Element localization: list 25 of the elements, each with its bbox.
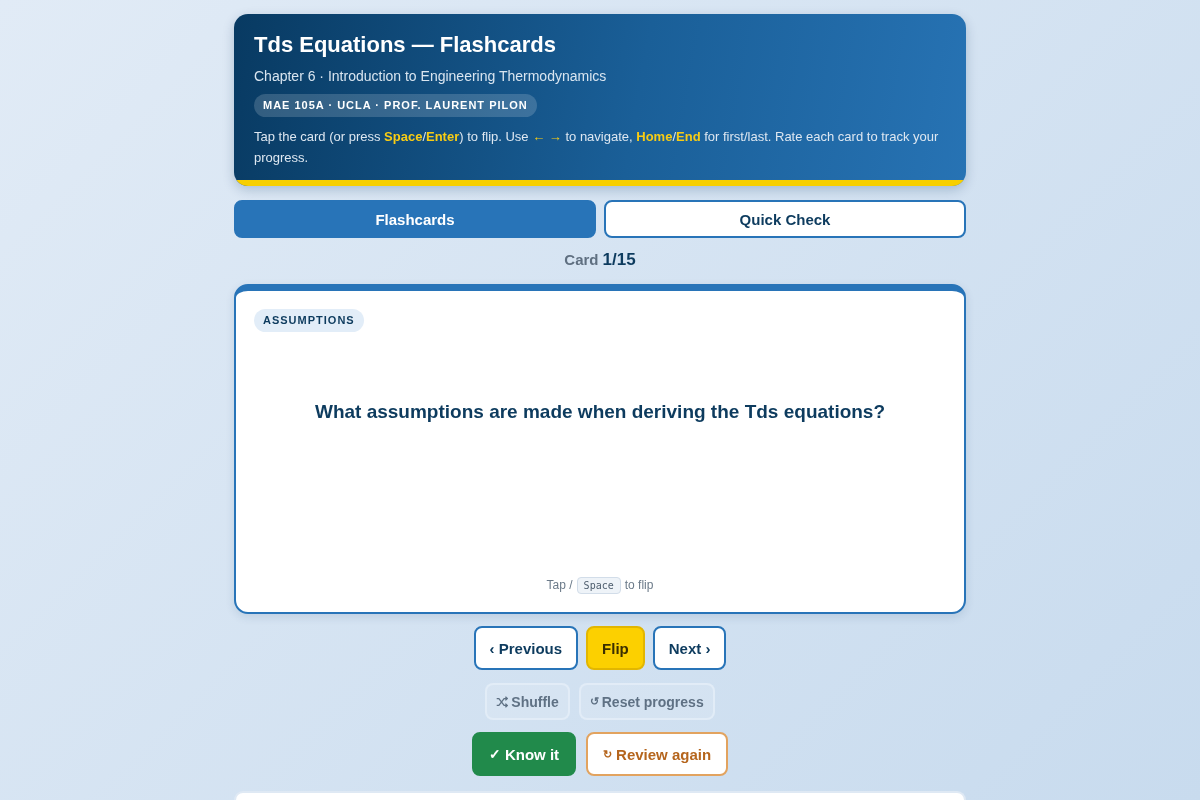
question-text: What assumptions are made when deriving the Tds equations?: [314, 401, 886, 423]
flashcard[interactable]: ASSUMPTIONS What assumptions are made when deriving the Tds equations? Tap / Space to flip: [234, 284, 966, 614]
flip-button[interactable]: Flip: [586, 626, 645, 670]
page-title: Tds Equations — Flashcards: [254, 31, 557, 59]
instructions-text: Tap the card (or press Space/Enter) to flip. Use ← → to navigate, Home/End for first/last. Rate each card to track your progress.: [254, 128, 940, 167]
topic-tag: ASSUMPTIONS: [254, 309, 364, 332]
shuffle-button[interactable]: Shuffle: [485, 683, 570, 720]
chapter-subtitle: Chapter 6 · Introduction to Engineering Thermodynamics: [254, 67, 608, 86]
course-badge: MAE 105A · UCLA · PROF. LAURENT PILON: [254, 94, 537, 117]
review-again-button[interactable]: ↻ Review again: [586, 732, 729, 776]
hint-text: to flip: [624, 577, 654, 594]
nav-button[interactable]: ‹ Previous: [473, 626, 579, 670]
key-hint: Space: [576, 576, 621, 594]
reset-icon: ↺: [589, 695, 599, 708]
check-icon: ✓: [488, 746, 501, 762]
tab[interactable]: Quick Check: [604, 200, 966, 238]
counter-label: Card: [564, 250, 599, 270]
reset-button[interactable]: ↺ Reset progress: [578, 683, 715, 720]
card-counter: 1/15: [602, 250, 636, 270]
nav-button[interactable]: Next ›: [652, 626, 727, 670]
tab[interactable]: Flashcards: [234, 200, 596, 238]
redo-icon: ↻: [603, 747, 613, 761]
hint-text: Tap /: [546, 577, 573, 594]
shuffle-icon: [496, 695, 509, 708]
know-it-button[interactable]: ✓ Know it: [471, 732, 577, 776]
